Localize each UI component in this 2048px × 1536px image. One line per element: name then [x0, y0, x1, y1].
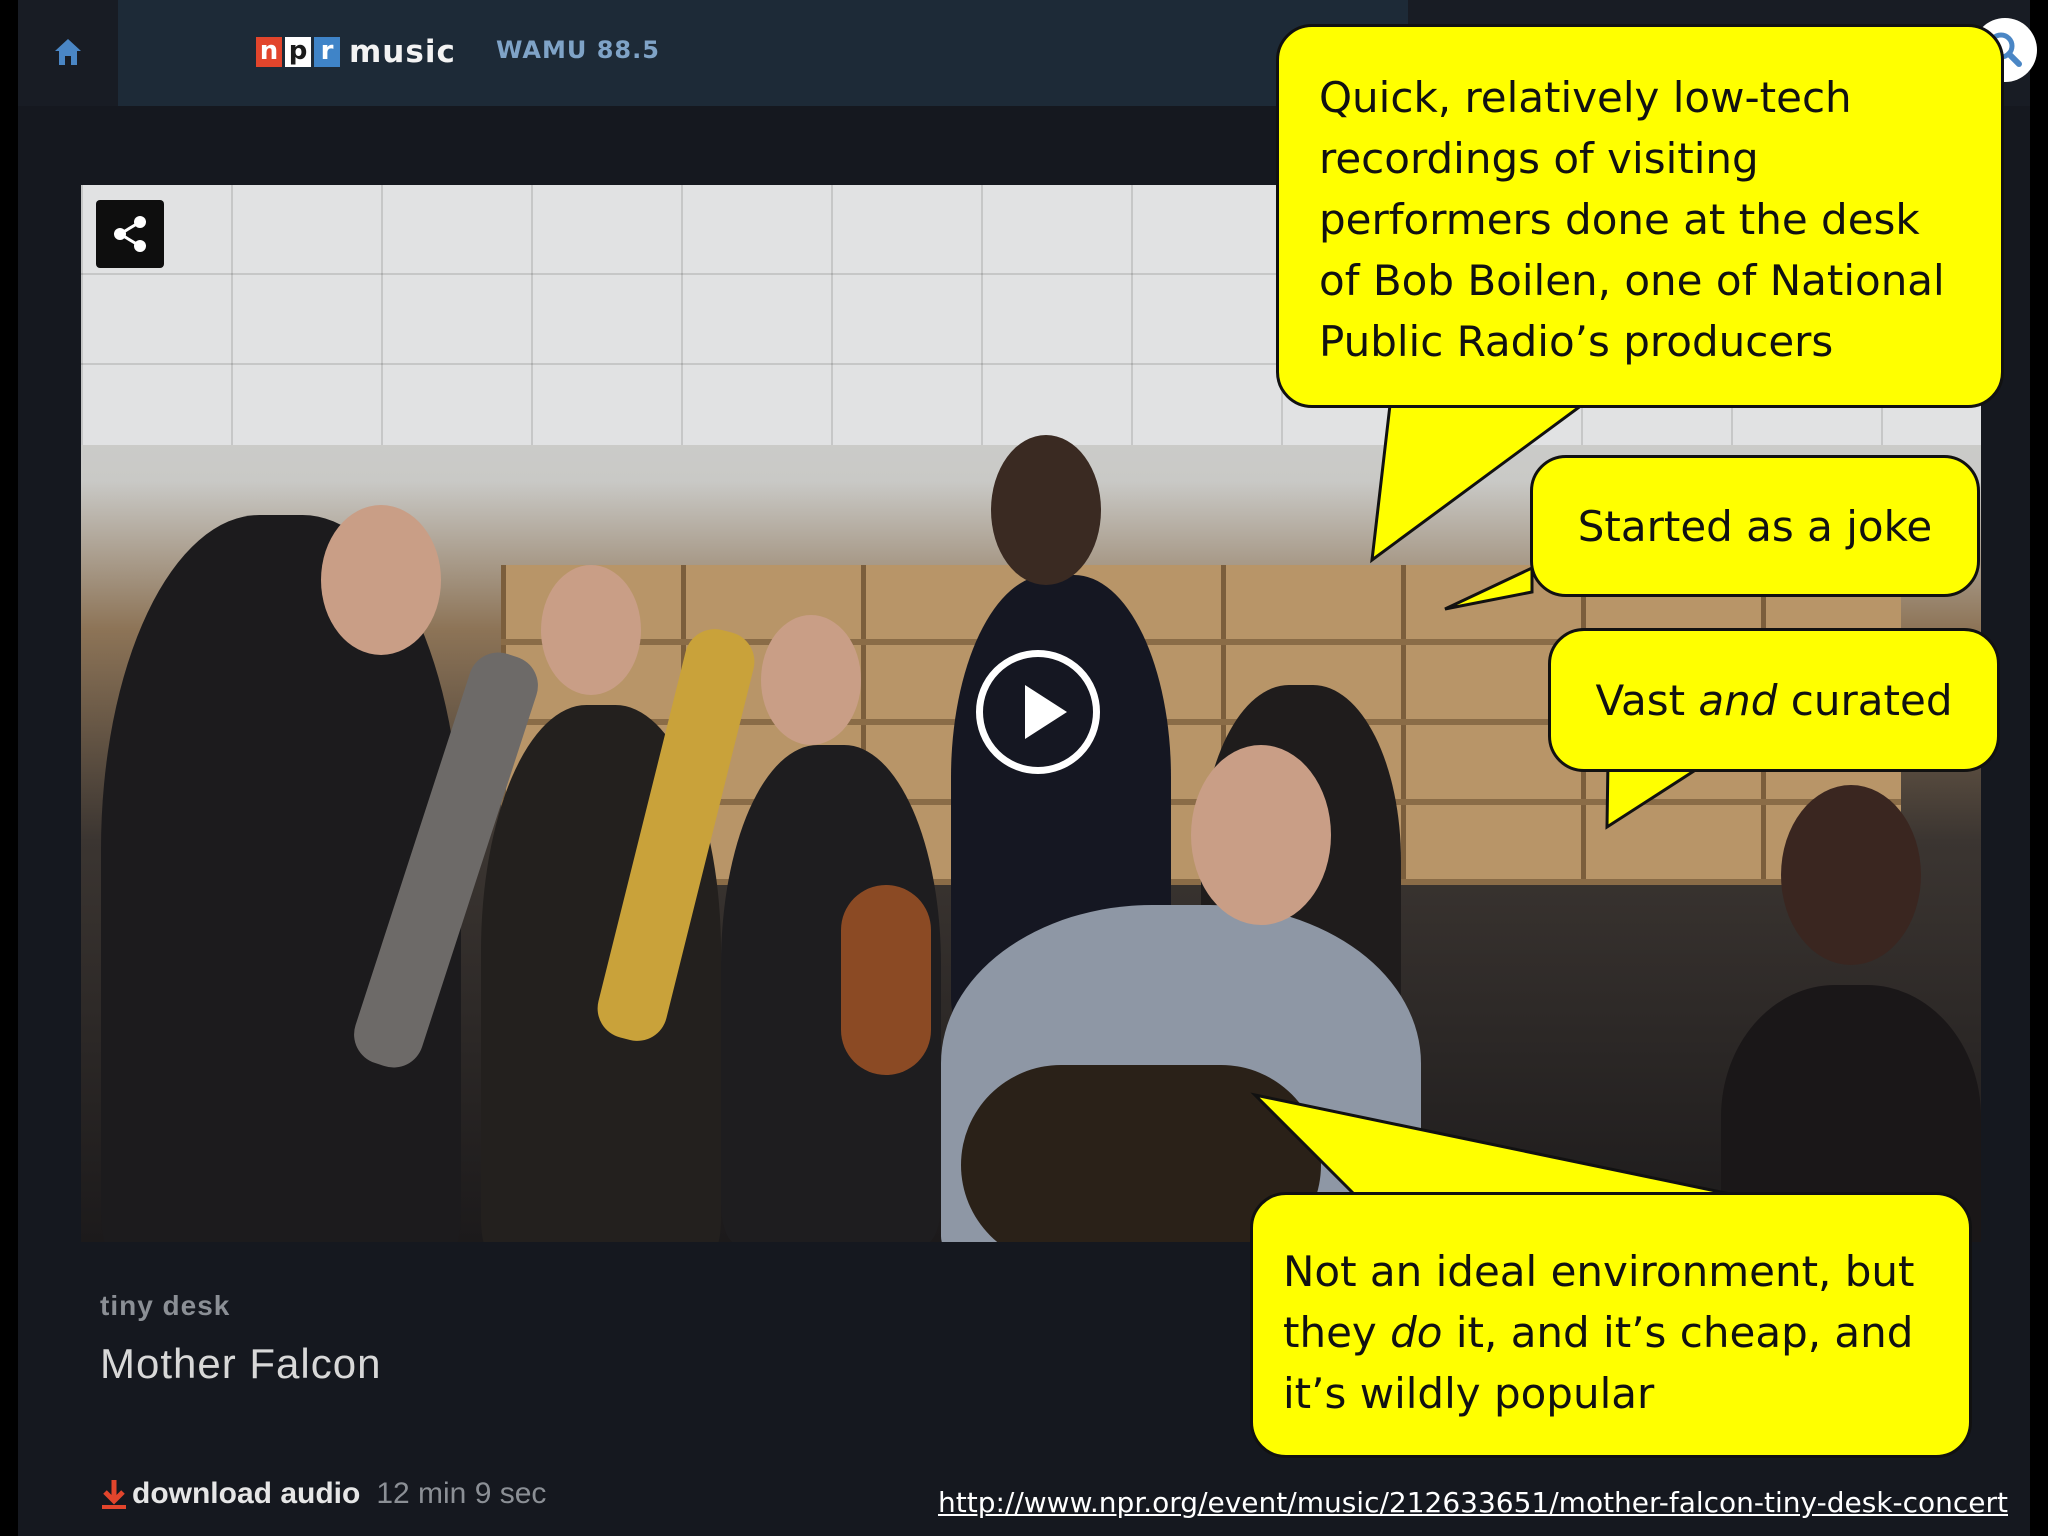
play-button[interactable] — [976, 650, 1100, 774]
performer-title: Mother Falcon — [100, 1340, 382, 1387]
home-button[interactable] — [18, 0, 118, 106]
musician-head — [1191, 745, 1331, 925]
callout-emphasis: and — [1698, 675, 1778, 725]
musician-head — [321, 505, 441, 655]
share-button[interactable] — [96, 200, 164, 268]
callout-line: it’s wildly popular — [1283, 1369, 1655, 1418]
callout-text-part: they — [1283, 1308, 1391, 1357]
callout-started-as-joke: Started as a joke — [1530, 455, 1980, 597]
callout-text-part: curated — [1777, 675, 1953, 725]
audio-duration: 12 min 9 sec — [376, 1477, 547, 1510]
play-icon — [1025, 685, 1067, 739]
callout-text: Vast and curated — [1596, 670, 1953, 731]
npr-music-logo[interactable]: n p r music — [256, 34, 456, 70]
station-name[interactable]: WAMU 88.5 — [496, 36, 660, 64]
musician-head — [541, 565, 641, 695]
callout-text: Started as a joke — [1577, 501, 1933, 551]
musician-head — [1781, 785, 1921, 965]
download-label: download audio — [132, 1477, 361, 1510]
callout-emphasis: do — [1390, 1308, 1443, 1357]
show-label[interactable]: tiny desk — [100, 1290, 230, 1322]
callout-line: Not an ideal environment, but — [1283, 1247, 1915, 1296]
callout-not-ideal-environment: Not an ideal environment, but they do it… — [1250, 1192, 1972, 1458]
callout-text-part: it, and it’s cheap, and — [1442, 1308, 1914, 1357]
logo-letter-p: p — [285, 37, 311, 67]
brand-area: n p r music WAMU 88.5 — [118, 0, 1408, 106]
home-icon — [55, 39, 81, 65]
share-icon — [114, 216, 146, 252]
download-icon — [102, 1480, 126, 1509]
violin — [841, 885, 931, 1075]
callout-line: they do it, and it’s cheap, and — [1283, 1302, 1969, 1363]
callout-vast-and-curated: Vast and curated — [1548, 628, 2000, 772]
callout-tiny-desk-description: Quick, relatively low-tech recordings of… — [1276, 24, 2004, 408]
download-audio-link[interactable]: download audio 12 min 9 sec — [100, 1477, 546, 1511]
musician-head — [991, 435, 1101, 585]
logo-letter-n: n — [256, 37, 282, 67]
musician-head — [761, 615, 861, 745]
callout-text: Quick, relatively low-tech recordings of… — [1319, 73, 1945, 366]
source-url-link[interactable]: http://www.npr.org/event/music/212633651… — [938, 1486, 2008, 1519]
logo-music-word: music — [349, 34, 456, 70]
callout-text-part: Vast — [1595, 675, 1699, 725]
logo-letter-r: r — [314, 37, 340, 67]
